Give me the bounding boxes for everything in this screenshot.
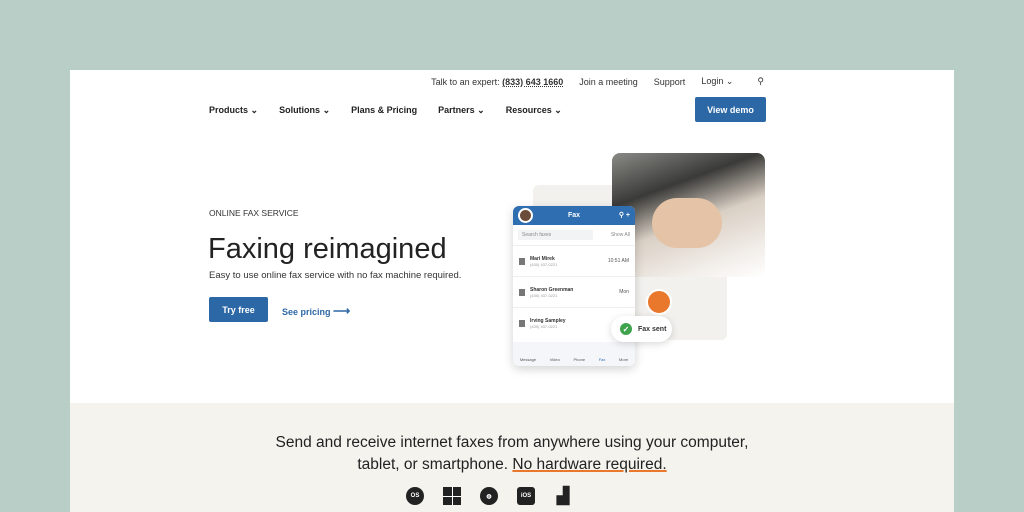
- nav-plans-pricing[interactable]: Plans & Pricing: [351, 105, 417, 116]
- fax-icon: [519, 257, 525, 265]
- check-icon: ✓: [620, 323, 632, 335]
- phone-link[interactable]: (833) 643 1660: [502, 77, 563, 87]
- list-item: Mari Mirek (430) 437-0221 10:51 AM: [513, 245, 635, 276]
- tab-video: Video: [549, 357, 560, 362]
- ios-icon: iOS: [517, 487, 535, 505]
- app-title: Fax: [567, 212, 581, 219]
- tab-fax: Fax: [598, 357, 606, 362]
- main-nav: Products ⌄ Solutions ⌄ Plans & Pricing P…: [209, 105, 562, 116]
- fax-icon: [519, 319, 525, 327]
- join-meeting-link[interactable]: Join a meeting: [579, 77, 638, 87]
- highlight: No hardware required.: [512, 456, 667, 473]
- login-label: Login: [701, 76, 724, 86]
- windows-icon: [443, 487, 461, 505]
- app-header: Fax ⚲ +: [513, 206, 635, 225]
- nav-products[interactable]: Products ⌄: [209, 105, 258, 116]
- hero-title: Faxing reimagined: [208, 233, 447, 265]
- nav-partners[interactable]: Partners ⌄: [438, 105, 485, 116]
- search-icon[interactable]: ⚲: [757, 76, 764, 87]
- tab-more: More: [619, 357, 629, 362]
- page: Talk to an expert: (833) 643 1660 Join a…: [70, 70, 954, 512]
- filter: Show All: [610, 232, 630, 238]
- platform-icons: OS ◍ iOS ▟: [406, 487, 572, 505]
- eyebrow: ONLINE FAX SERVICE: [209, 208, 299, 218]
- expert-label: Talk to an expert:: [431, 76, 500, 87]
- expert-text: Talk to an expert: (833) 643 1660: [431, 77, 563, 87]
- fax-sent-toast: ✓ Fax sent: [611, 316, 672, 342]
- see-pricing-link[interactable]: See pricing ⟶: [282, 304, 350, 318]
- android-icon: ▟: [556, 488, 570, 505]
- nav-resources[interactable]: Resources ⌄: [506, 105, 562, 116]
- search-input: Search faxes: [518, 230, 593, 240]
- chevron-down-icon: ⌄: [725, 76, 734, 86]
- app-tabbar: Message Video Phone Fax More: [513, 342, 635, 366]
- nav-solutions[interactable]: Solutions ⌄: [279, 105, 330, 116]
- search-faxes: Search faxes Show All: [518, 230, 630, 240]
- list-item: Sharon Greenman (430) 437-0221 Mon: [513, 276, 635, 307]
- app-mockup: Fax ⚲ + Search faxes Show All Mari Mirek…: [513, 206, 635, 366]
- tab-phone: Phone: [573, 357, 586, 362]
- tab-message: Message: [519, 357, 537, 362]
- login-menu[interactable]: Login ⌄: [701, 76, 733, 87]
- utility-bar: Talk to an expert: (833) 643 1660 Join a…: [431, 76, 764, 87]
- avatar: [518, 208, 533, 223]
- arrow-right-icon: ⟶: [333, 304, 351, 318]
- fax-icon: [519, 288, 525, 296]
- hero-subtitle: Easy to use online fax service with no f…: [209, 270, 462, 281]
- view-demo-button[interactable]: View demo: [695, 97, 766, 122]
- contact-avatar: [646, 289, 672, 315]
- search-add-icons: ⚲ +: [618, 212, 630, 219]
- tagline: Send and receive internet faxes from any…: [275, 434, 749, 473]
- support-link[interactable]: Support: [654, 77, 686, 87]
- try-free-button[interactable]: Try free: [209, 297, 268, 322]
- macos-icon: OS: [406, 487, 424, 505]
- web-globe-icon: ◍: [480, 487, 498, 505]
